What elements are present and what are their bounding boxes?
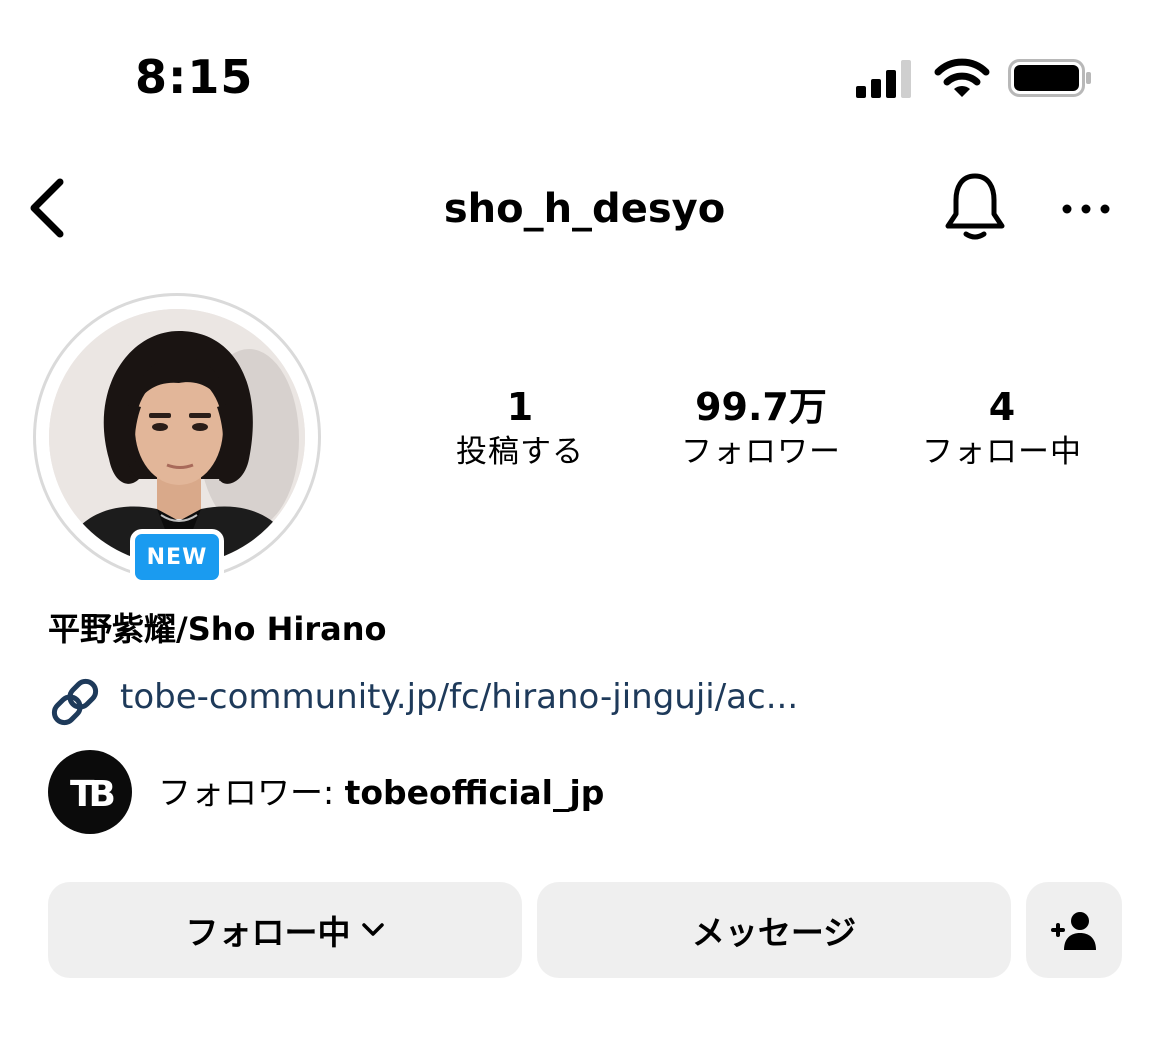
stat-posts-label: 投稿する bbox=[456, 434, 584, 470]
avatar[interactable] bbox=[49, 309, 305, 565]
message-button[interactable]: メッセージ bbox=[537, 882, 1011, 978]
stat-followers-value: 99.7万 bbox=[695, 385, 827, 429]
bell-icon[interactable] bbox=[942, 170, 1008, 242]
stat-posts[interactable]: 1 投稿する bbox=[410, 384, 630, 474]
svg-text:TB: TB bbox=[70, 774, 114, 815]
stat-posts-value: 1 bbox=[506, 385, 534, 429]
profile-link[interactable]: tobe-community.jp/fc/hirano-jinguji/ac..… bbox=[120, 677, 798, 717]
add-person-icon bbox=[1051, 912, 1096, 950]
status-time: 8:15 bbox=[135, 50, 254, 104]
stat-followers-label: フォロワー bbox=[681, 434, 841, 470]
followed-by-text[interactable]: フォロワー: tobeofficial_jp bbox=[158, 766, 604, 814]
wifi-icon bbox=[934, 58, 990, 97]
stat-following-value: 4 bbox=[988, 385, 1016, 429]
link-icon bbox=[51, 678, 99, 726]
message-button-label: メッセージ bbox=[691, 913, 857, 952]
stat-following[interactable]: 4 フォロー中 bbox=[892, 384, 1112, 474]
followed-by-prefix: フォロワー: bbox=[158, 773, 345, 812]
profile-full-name: 平野紫耀/Sho Hirano bbox=[48, 610, 387, 648]
following-button[interactable]: フォロー中 bbox=[48, 882, 522, 978]
chevron-down-icon bbox=[361, 923, 384, 936]
more-icon[interactable] bbox=[1060, 198, 1112, 220]
battery-icon bbox=[1008, 59, 1091, 97]
following-button-label: フォロー中 bbox=[185, 913, 351, 952]
followed-by-user[interactable]: tobeofficial_jp bbox=[345, 773, 605, 812]
stat-following-label: フォロー中 bbox=[922, 434, 1082, 470]
suggest-people-button[interactable] bbox=[1026, 882, 1122, 978]
followed-by-avatar[interactable]: TB bbox=[48, 750, 132, 834]
stat-followers[interactable]: 99.7万 フォロワー bbox=[651, 384, 871, 474]
cellular-signal-icon bbox=[856, 60, 911, 98]
new-badge: NEW bbox=[130, 529, 224, 585]
